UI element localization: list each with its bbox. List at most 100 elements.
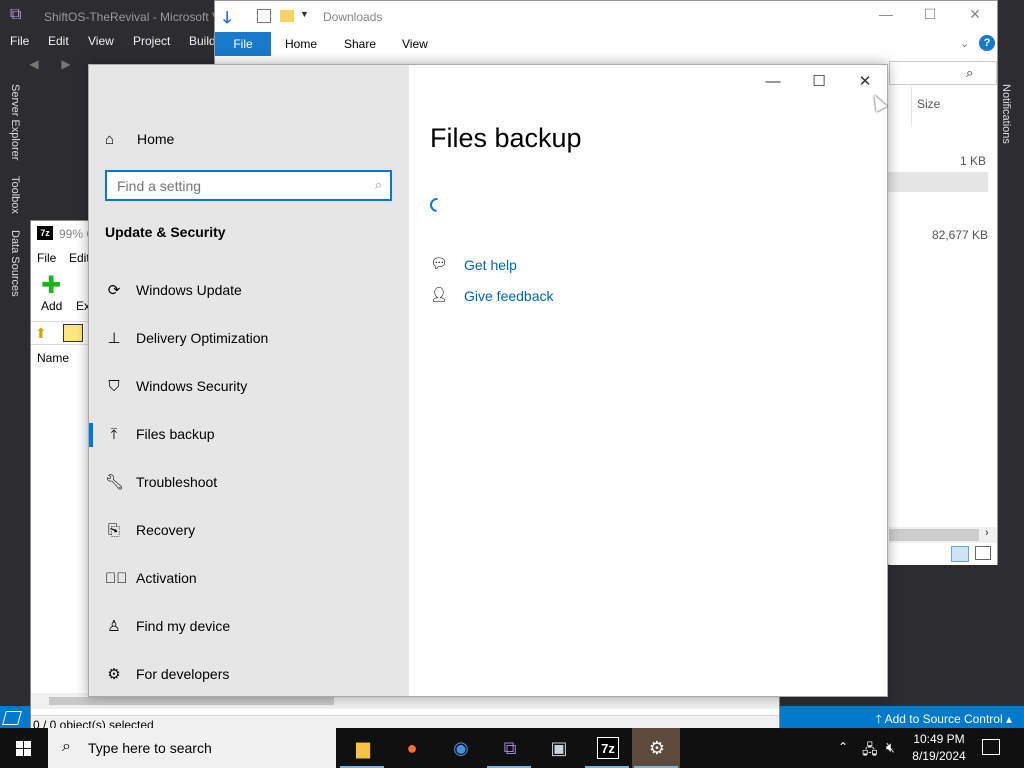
file-row-highlight[interactable] <box>888 172 988 192</box>
taskbar-remote-desktop[interactable]: ▣ <box>534 728 582 768</box>
source-control-label: Add to Source Control <box>884 712 1003 726</box>
7zip-app-icon: 7z <box>37 226 53 240</box>
get-help-label: Get help <box>464 257 517 273</box>
taskbar-chrome[interactable]: ◉ <box>436 728 484 768</box>
explorer-tab-home[interactable]: Home <box>285 37 317 51</box>
caret-up-icon: ▴ <box>1002 712 1012 726</box>
refresh-icon: ⟳ <box>107 282 121 299</box>
windows-logo-icon <box>16 741 31 756</box>
settings-nav-label: Windows Security <box>136 378 248 394</box>
address-folder-icon <box>63 324 83 342</box>
ribbon-expand-icon[interactable]: ⌄ <box>960 37 969 50</box>
arrow-up-icon: 🡑 <box>875 712 885 726</box>
folder-up-icon[interactable]: ⬆ <box>35 325 51 341</box>
settings-nav-label: Recovery <box>136 522 196 538</box>
properties-icon[interactable] <box>257 9 271 23</box>
large-icons-view-icon[interactable] <box>975 546 991 560</box>
clock-date[interactable]: 8/19/2024 <box>908 749 970 763</box>
taskbar-7zip[interactable]: 7z <box>583 728 631 768</box>
explorer-ribbon: File Home Share View ⌄ ? <box>215 32 997 56</box>
network-icon[interactable]: 🖧︎ <box>862 739 878 763</box>
explorer-column-size[interactable]: Size <box>917 97 940 111</box>
new-folder-icon[interactable] <box>280 10 294 22</box>
chevron-right-icon[interactable]: › <box>985 527 989 539</box>
vs-menu-project[interactable]: Project <box>133 34 170 48</box>
taskbar-search-placeholder: Type here to search <box>88 740 212 756</box>
vs-menu-edit[interactable]: Edit <box>48 34 69 48</box>
vs-menu-build[interactable]: Build <box>189 34 216 48</box>
explorer-minimize-button[interactable]: — <box>871 6 901 26</box>
explorer-tab-share[interactable]: Share <box>344 37 376 51</box>
loading-spinner-icon <box>427 195 447 215</box>
settings-nav-windows-update[interactable]: ⟳ Windows Update <box>89 273 409 309</box>
volume-muted-icon[interactable]: 🔇︎ <box>886 739 895 756</box>
help-chat-icon: 💬︎ <box>430 255 448 271</box>
back-icon[interactable]: ◀ <box>26 57 42 73</box>
remote-desktop-icon: ▣ <box>550 738 568 758</box>
developer-icon: ⚙︎ <box>107 666 121 683</box>
settings-nav-activation[interactable]: ✓⃝ Activation <box>89 561 409 597</box>
settings-window: ⌂ Home Find a setting ⌕ Update & Securit… <box>88 64 888 697</box>
notifications-tab[interactable]: Notifications <box>1000 84 1012 144</box>
7zip-menu-file[interactable]: File <box>37 251 56 265</box>
settings-close-button[interactable]: ✕ <box>845 71 885 93</box>
forward-icon[interactable]: ▶ <box>58 57 74 73</box>
7zip-add-label: Add <box>41 299 63 313</box>
active-indicator <box>89 423 93 447</box>
help-icon[interactable]: ? <box>979 35 995 51</box>
settings-nav-label: Find my device <box>136 618 231 634</box>
search-icon[interactable]: ⌕ <box>966 65 973 81</box>
settings-nav-label: Activation <box>136 570 197 586</box>
settings-nav-pane: ⌂ Home Find a setting ⌕ Update & Securit… <box>89 65 409 696</box>
explorer-tab-file[interactable]: File <box>215 32 271 56</box>
settings-nav-find-my-device[interactable]: ♙ Find my device <box>89 609 409 645</box>
explorer-tab-view[interactable]: View <box>402 37 428 51</box>
settings-nav-delivery-optimization[interactable]: ⊥ Delivery Optimization <box>89 321 409 357</box>
scrollbar-thumb[interactable] <box>889 529 979 541</box>
start-button[interactable] <box>0 728 48 768</box>
explorer-search-input[interactable] <box>889 61 997 85</box>
settings-nav-windows-security[interactable]: ⛉ Windows Security <box>89 369 409 405</box>
7zip-menu-edit[interactable]: Edit <box>69 251 90 265</box>
7zip-add-button[interactable]: ✚ Add <box>39 274 65 315</box>
toolbox-tab[interactable]: Toolbox <box>9 176 21 214</box>
7zip-column-name[interactable]: Name <box>37 351 69 365</box>
settings-nav-files-backup[interactable]: ⤒ Files backup <box>89 417 409 453</box>
taskbar-file-explorer[interactable]: ▆ <box>338 728 386 768</box>
backup-arrow-icon: ⤒ <box>110 426 118 443</box>
action-center-icon[interactable] <box>982 739 1000 755</box>
visual-studio-logo-icon: ⧉ <box>10 6 22 23</box>
file-explorer-icon: ▆ <box>356 738 370 758</box>
settings-gear-icon: ⚙︎ <box>648 738 666 758</box>
taskbar-firefox[interactable]: ● <box>387 728 435 768</box>
taskbar-search-box[interactable]: ⌕ Type here to search <box>48 728 336 768</box>
file-row-size: 82,677 KB <box>932 228 989 242</box>
settings-nav-for-developers[interactable]: ⚙︎ For developers <box>89 657 409 693</box>
details-view-icon[interactable] <box>951 546 969 562</box>
vs-menu-view[interactable]: View <box>88 34 114 48</box>
show-hidden-icons-chevron-icon[interactable]: ⌃ <box>838 740 848 754</box>
settings-nav-troubleshoot[interactable]: 🔧︎ Troubleshoot <box>89 465 409 501</box>
settings-maximize-button[interactable]: ☐ <box>799 71 839 93</box>
explorer-titlebar: 🡓 ▼ Downloads — ☐ ✕ <box>215 1 997 31</box>
quick-access-dropdown-icon[interactable]: ▼ <box>300 9 309 19</box>
explorer-close-button[interactable]: ✕ <box>960 6 990 26</box>
explorer-maximize-button[interactable]: ☐ <box>915 6 945 26</box>
vs-window-title: ShiftOS-TheRevival - Microsoft V <box>44 10 221 24</box>
settings-home-label: Home <box>137 131 175 147</box>
taskbar-settings[interactable]: ⚙︎ <box>632 728 680 768</box>
scrollbar-thumb[interactable] <box>49 697 334 705</box>
find-device-icon: ♙ <box>107 618 121 635</box>
settings-minimize-button[interactable]: — <box>753 71 793 93</box>
server-explorer-tab[interactable]: Server Explorer <box>9 84 21 160</box>
settings-search-input[interactable]: Find a setting ⌕ <box>105 170 392 201</box>
settings-nav-recovery[interactable]: ⎘ Recovery <box>89 513 409 549</box>
taskbar-visual-studio[interactable]: ⧉ <box>485 728 533 768</box>
clock-time[interactable]: 10:49 PM <box>908 732 970 746</box>
explorer-horizontal-scrollbar[interactable]: › <box>889 527 997 543</box>
search-icon: ⌕ <box>374 177 382 192</box>
vs-menu-file[interactable]: File <box>10 34 29 48</box>
download-arrow-icon: 🡓 <box>223 10 232 27</box>
data-sources-tab[interactable]: Data Sources <box>9 230 21 297</box>
page-title: Files backup <box>430 123 582 153</box>
